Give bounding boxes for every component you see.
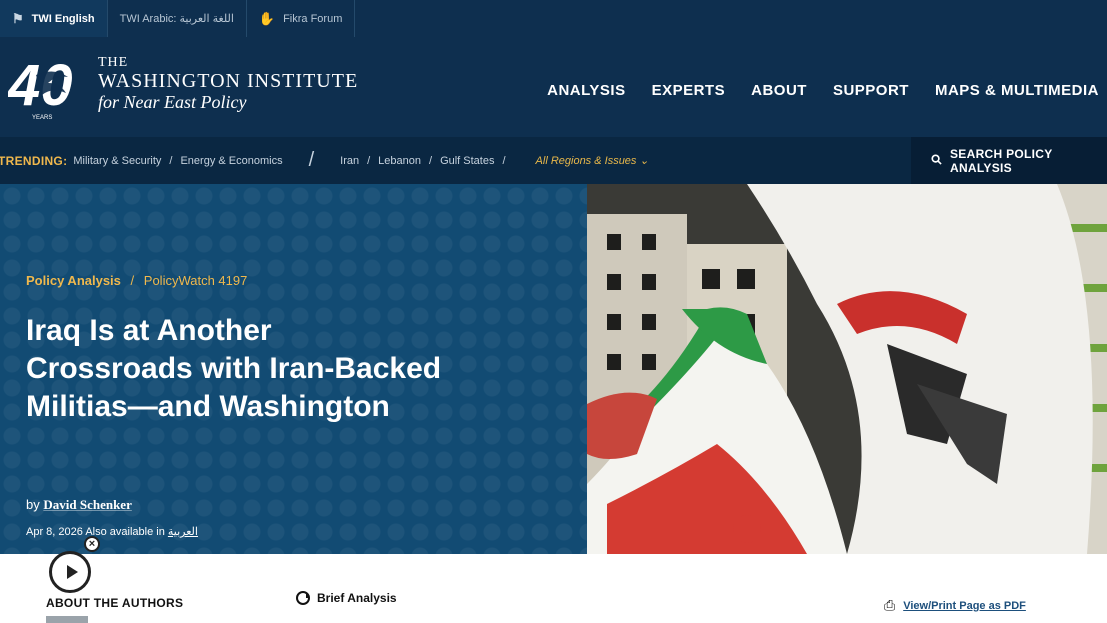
logo-line-3: for Near East Policy xyxy=(98,92,247,112)
breadcrumb-separator: / xyxy=(130,273,135,288)
separator: / xyxy=(429,154,433,167)
pdf-link-label: View/Print Page as PDF xyxy=(903,599,1026,612)
tab-twi-english[interactable]: ⚑ TWI English xyxy=(0,0,108,37)
logo-40-years-badge[interactable]: 40 YEARS xyxy=(7,53,88,123)
hero-image-flags xyxy=(587,184,1107,554)
tab-twi-arabic[interactable]: TWI Arabic: اللغة العربية xyxy=(108,0,247,37)
logo-badge-sub: YEARS xyxy=(32,115,52,121)
nav-maps-multimedia[interactable]: MAPS & MULTIMEDIA xyxy=(935,82,1099,99)
separator: / xyxy=(169,154,173,167)
trending-region-lebanon[interactable]: Lebanon xyxy=(378,155,421,167)
audio-play-button[interactable] xyxy=(49,551,91,593)
clock-icon xyxy=(296,591,310,605)
brief-analysis-label: Brief Analysis xyxy=(296,591,397,605)
author-link[interactable]: David Schenker xyxy=(43,497,131,512)
trending-bar: TRENDING: Military & Security / Energy &… xyxy=(0,137,1107,184)
tab-label: TWI Arabic: اللغة العربية xyxy=(119,13,234,25)
trending-topic-military[interactable]: Military & Security xyxy=(73,155,161,167)
bird-icon: ⚑ xyxy=(12,10,24,26)
logo-line-1: THE xyxy=(98,55,129,70)
section-divider: / xyxy=(308,149,315,171)
trending-topic-energy[interactable]: Energy & Economics xyxy=(180,155,282,167)
about-authors-heading: ABOUT THE AUTHORS xyxy=(46,596,184,610)
breadcrumb-category[interactable]: Policy Analysis xyxy=(26,273,121,288)
language-bar: ⚑ TWI English TWI Arabic: اللغة العربية … xyxy=(0,0,1107,37)
publish-date: Apr 8, 2026 xyxy=(26,526,83,538)
trending-label: TRENDING: xyxy=(0,153,68,168)
also-available-label: Also available in xyxy=(85,526,165,538)
trending-region-iran[interactable]: Iran xyxy=(340,155,359,167)
tab-label: TWI English xyxy=(31,12,95,25)
separator: / xyxy=(502,154,506,167)
audio-close-button[interactable]: × xyxy=(84,536,100,552)
logo-line-2: WASHINGTON INSTITUTE xyxy=(98,70,359,92)
author-avatar[interactable] xyxy=(46,616,88,623)
arabic-version-link[interactable]: العربية xyxy=(168,526,198,538)
article-title: Iraq Is at Another Crossroads with Iran-… xyxy=(26,314,442,423)
view-print-pdf-link[interactable]: ⎙ View/Print Page as PDF xyxy=(884,597,1026,614)
tab-label: Fikra Forum xyxy=(283,12,343,25)
print-preview-icon: ⎙ xyxy=(884,597,896,613)
nav-about[interactable]: ABOUT xyxy=(751,82,807,99)
handshake-icon: ✋ xyxy=(258,10,276,26)
article-meta-strip: × ABOUT THE AUTHORS Brief Analysis ⎙ Vie… xyxy=(0,536,1107,623)
search-icon xyxy=(931,153,942,168)
nav-analysis[interactable]: ANALYSIS xyxy=(547,82,625,99)
site-logo-text[interactable]: THE WASHINGTON INSTITUTE for Near East P… xyxy=(98,55,359,113)
byline: by David Schenker xyxy=(26,497,132,513)
tab-fikra-forum[interactable]: ✋ Fikra Forum xyxy=(247,0,356,37)
byline-prefix: by xyxy=(26,497,40,512)
breadcrumb-series[interactable]: PolicyWatch 4197 xyxy=(144,273,248,288)
trending-region-gulf[interactable]: Gulf States xyxy=(440,155,494,167)
separator: / xyxy=(367,154,371,167)
article-hero: Policy Analysis / PolicyWatch 4197 Iraq … xyxy=(0,184,587,554)
search-label: SEARCH POLICY ANALYSIS xyxy=(950,146,1053,175)
search-policy-button[interactable]: SEARCH POLICY ANALYSIS xyxy=(911,137,1107,184)
main-nav: ANALYSIS EXPERTS ABOUT SUPPORT MAPS & MU… xyxy=(521,82,1099,99)
all-regions-dropdown[interactable]: All Regions & Issues ⌄ xyxy=(536,154,649,167)
breadcrumb: Policy Analysis / PolicyWatch 4197 xyxy=(26,273,247,288)
dateline: Apr 8, 2026 Also available in العربية xyxy=(26,525,198,538)
trending-row: TRENDING: Military & Security / Energy &… xyxy=(0,137,910,184)
play-icon xyxy=(66,565,78,579)
site-header: 40 YEARS THE WASHINGTON INSTITUTE for Ne… xyxy=(0,37,1107,137)
nav-support[interactable]: SUPPORT xyxy=(833,82,909,99)
brief-analysis-text: Brief Analysis xyxy=(317,591,397,605)
nav-experts[interactable]: EXPERTS xyxy=(652,82,726,99)
